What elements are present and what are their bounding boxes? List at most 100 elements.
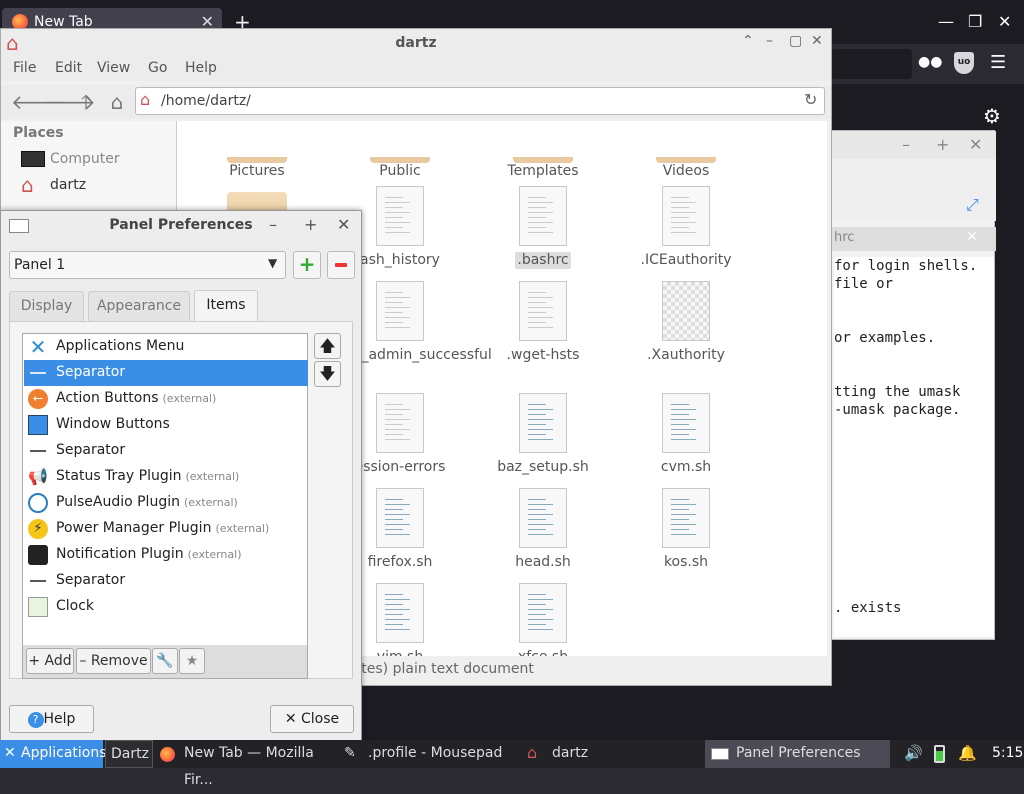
list-item[interactable]: Window Buttons xyxy=(24,412,308,438)
menu-view[interactable]: View xyxy=(97,60,130,76)
mousepad-window: – + ✕ ⤢ hrc ✕ for login shells. file or or… xyxy=(805,130,996,640)
mousepad-tab[interactable]: hrc ✕ xyxy=(806,227,996,251)
file-item[interactable]: .wget-hsts xyxy=(473,281,613,364)
url-bar[interactable] xyxy=(830,49,912,79)
item-about-button[interactable]: ★ xyxy=(179,648,205,674)
file-item[interactable]: Templates xyxy=(473,157,613,180)
close-icon[interactable]: ✕ xyxy=(969,135,982,154)
file-item[interactable]: xfce.sh xyxy=(473,583,613,656)
menu-file[interactable]: File xyxy=(13,60,36,76)
battery-icon[interactable] xyxy=(934,745,945,763)
power-manager-icon: ⚡ xyxy=(28,519,48,539)
list-item[interactable]: Notification Plugin (external) xyxy=(24,542,308,568)
minimize-button[interactable]: — xyxy=(938,12,954,31)
list-item[interactable]: 📢 Status Tray Plugin (external) xyxy=(24,464,308,490)
file-icon-line xyxy=(671,409,696,410)
item-external-tag: (external) xyxy=(162,392,217,405)
notification-bell-icon[interactable]: 🔔 xyxy=(958,740,977,768)
minimize-icon[interactable]: – xyxy=(902,135,910,154)
close-tab-icon[interactable]: ✕ xyxy=(966,229,978,245)
tab-items[interactable]: Items xyxy=(194,290,258,322)
volume-icon[interactable]: 🔊 xyxy=(904,740,923,768)
forward-arrow-icon[interactable]: 🡒 xyxy=(42,89,96,115)
file-icon-line xyxy=(385,419,410,420)
file-item[interactable]: kos.sh xyxy=(616,488,756,571)
item-properties-button[interactable]: 🔧 xyxy=(152,648,178,674)
shade-icon[interactable]: ⌃ xyxy=(742,33,754,49)
file-icon-line xyxy=(671,212,696,213)
location-bar[interactable]: ⌂ /home/dartz/ ↻ xyxy=(135,87,825,115)
list-item[interactable]: ✕ Applications Menu xyxy=(24,334,308,360)
ublock-icon[interactable]: uo xyxy=(954,52,974,74)
file-item[interactable]: Videos xyxy=(616,157,756,180)
sidebar-item-dartz[interactable]: ⌂ dartz xyxy=(19,173,169,197)
list-item[interactable]: ⚡ Power Manager Plugin (external) xyxy=(24,516,308,542)
file-icon-line xyxy=(385,197,403,198)
move-up-button[interactable]: 🡅 xyxy=(314,333,341,359)
menu-go[interactable]: Go xyxy=(148,60,167,76)
close-icon[interactable]: ✕ xyxy=(337,215,350,234)
remove-panel-button[interactable] xyxy=(327,251,355,279)
tab-appearance[interactable]: Appearance xyxy=(88,291,190,321)
menu-help[interactable]: Help xyxy=(185,60,217,76)
move-down-button[interactable]: 🡇 xyxy=(314,361,341,387)
sidebar-item-computer[interactable]: Computer xyxy=(19,149,169,171)
file-item[interactable]: Public xyxy=(330,157,470,180)
item-name: Separator xyxy=(56,364,126,380)
file-icon-line xyxy=(385,222,410,223)
items-list[interactable]: ✕ Applications Menu Separator ⭠ Action Butto… xyxy=(22,333,308,655)
task-firefox[interactable]: New Tab — Mozilla Fir... xyxy=(156,740,341,788)
file-icon-line xyxy=(528,312,546,313)
list-item[interactable]: PulseAudio Plugin (external) xyxy=(24,490,308,516)
up-arrow-icon[interactable]: 🡑 xyxy=(73,89,99,115)
applications-menu-button[interactable]: ✕ Applications xyxy=(0,740,107,768)
task-mousepad[interactable]: ✎ .profile - Mousepad xyxy=(342,740,517,768)
mousepad-tab-label: hrc xyxy=(834,230,855,245)
close-button[interactable]: ✕ Close xyxy=(270,705,354,733)
tab-display[interactable]: Display xyxy=(9,291,84,321)
item-name: PulseAudio Plugin xyxy=(56,494,180,510)
clock[interactable]: 5:15 xyxy=(992,740,1023,768)
panel-select[interactable]: Panel 1 ▼ xyxy=(9,251,286,279)
add-item-button[interactable]: + Add xyxy=(26,648,74,674)
close-icon[interactable]: ✕ xyxy=(811,33,823,49)
list-item[interactable]: Separator xyxy=(24,438,308,464)
menu-edit[interactable]: Edit xyxy=(55,60,82,76)
gear-icon[interactable]: ⚙ xyxy=(983,104,1001,128)
minimize-icon[interactable]: – xyxy=(766,33,773,49)
file-item[interactable]: .bashrc xyxy=(473,186,613,269)
workspace-button[interactable]: Dartz xyxy=(105,740,153,768)
reload-icon[interactable]: ↻ xyxy=(804,90,817,109)
fullscreen-icon[interactable]: ⤢ xyxy=(966,195,979,215)
file-item[interactable]: Pictures xyxy=(187,157,327,180)
task-thunar[interactable]: ⌂ dartz xyxy=(523,740,703,768)
file-icon-line xyxy=(528,227,546,228)
help-button[interactable]: ? Help xyxy=(9,705,94,733)
minimize-icon[interactable]: – xyxy=(269,215,277,234)
mousepad-text-area[interactable]: for login shells. file or or examples. ttin… xyxy=(834,257,994,637)
list-item[interactable]: ⭠ Action Buttons (external) xyxy=(24,386,308,412)
close-button[interactable]: ✕ xyxy=(998,12,1011,31)
list-item[interactable]: Separator xyxy=(24,568,308,594)
file-item[interactable]: cvm.sh xyxy=(616,393,756,476)
file-name: .Xauthority xyxy=(647,347,725,363)
private-mask-icon[interactable]: ●● xyxy=(918,54,942,74)
restore-button[interactable]: ❐ xyxy=(968,12,982,31)
item-name: Status Tray Plugin xyxy=(56,468,182,484)
file-item[interactable]: .ICEauthority xyxy=(616,186,756,269)
back-arrow-icon[interactable]: 🡐 xyxy=(11,89,65,115)
home-icon[interactable]: ⌂ xyxy=(104,89,130,115)
hamburger-menu-icon[interactable]: ☰ xyxy=(990,52,1006,73)
remove-item-button[interactable]: – Remove xyxy=(76,648,151,674)
item-label: Separator xyxy=(56,442,125,458)
file-item[interactable]: head.sh xyxy=(473,488,613,571)
list-item[interactable]: Separator xyxy=(24,360,308,386)
maximize-icon[interactable]: ▢ xyxy=(789,33,802,49)
maximize-icon[interactable]: + xyxy=(304,215,317,234)
file-item[interactable]: baz_setup.sh xyxy=(473,393,613,476)
file-item[interactable]: .Xauthority xyxy=(616,281,756,364)
list-item[interactable]: Clock xyxy=(24,594,308,620)
add-panel-button[interactable]: + xyxy=(293,251,321,279)
maximize-icon[interactable]: + xyxy=(936,135,949,154)
task-panel-preferences[interactable]: Panel Preferences xyxy=(705,740,890,768)
